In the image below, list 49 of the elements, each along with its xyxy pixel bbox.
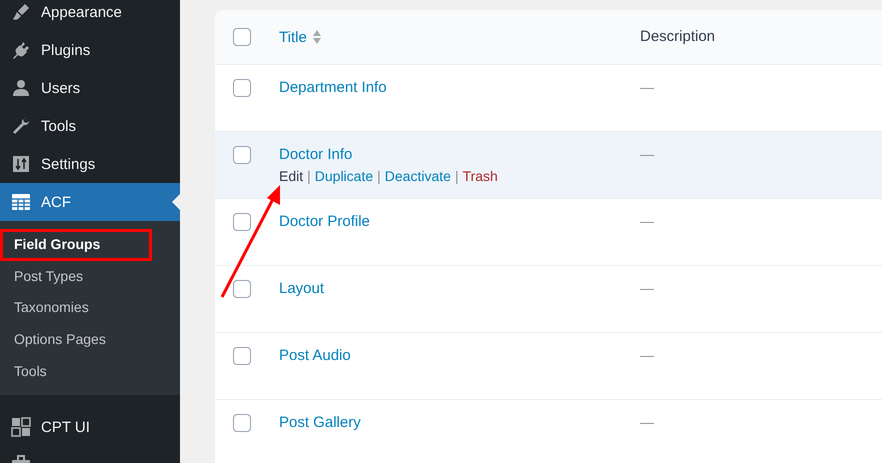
menu-item[interactable]: Tools (0, 107, 180, 145)
sliders-icon (11, 154, 31, 174)
brush-icon (11, 2, 31, 22)
row-action-link[interactable]: Edit (279, 168, 304, 184)
checkbox[interactable] (233, 146, 251, 164)
field-group-link[interactable]: Post Gallery (279, 414, 361, 431)
sort-icon[interactable] (312, 29, 322, 45)
row-action-link[interactable]: Duplicate (314, 168, 374, 184)
grid-icon (11, 417, 31, 438)
checkbox[interactable] (233, 28, 251, 46)
field-group-link[interactable]: Doctor Profile (279, 213, 370, 230)
separator: | (307, 168, 311, 184)
field-group-link[interactable]: Department Info (279, 79, 387, 96)
row-action-link[interactable]: Deactivate (384, 168, 451, 184)
submenu-item[interactable]: Taxonomies (0, 292, 180, 324)
menu-pointer-icon (172, 194, 180, 210)
menu-item[interactable]: ACF (0, 183, 180, 221)
user-icon (11, 78, 31, 98)
table-icon (11, 192, 31, 212)
separator: | (454, 168, 459, 184)
description-text: — (640, 347, 654, 363)
menu-item[interactable]: Settings (0, 145, 180, 183)
checkbox[interactable] (233, 213, 251, 231)
checkbox[interactable] (233, 347, 251, 365)
description-text: — (640, 414, 654, 430)
checkbox[interactable] (233, 79, 251, 97)
row-action-link[interactable]: Trash (462, 168, 498, 184)
column-header[interactable]: Title (279, 28, 307, 46)
checkbox[interactable] (233, 280, 251, 298)
menu-item[interactable]: Plugins (0, 31, 180, 69)
description-text: — (640, 146, 654, 162)
submenu-item[interactable]: Post Types (0, 260, 180, 292)
plug-icon (11, 40, 31, 60)
submenu-item[interactable]: Options Pages (0, 324, 180, 356)
menu-item[interactable]: Users (0, 69, 180, 107)
description-text: — (640, 280, 654, 296)
field-group-link[interactable]: Post Audio (279, 347, 351, 364)
field-group-link[interactable]: Layout (279, 280, 324, 297)
column-header: Description (640, 28, 716, 45)
separator: | (377, 168, 381, 184)
description-text: — (640, 213, 654, 229)
menu-item[interactable]: CPT UI (0, 408, 180, 446)
submenu-item[interactable]: Field Groups (0, 229, 152, 261)
field-group-link[interactable]: Doctor Info (279, 146, 352, 163)
checkbox[interactable] (233, 414, 251, 432)
menu-item[interactable]: Appearance (0, 0, 180, 31)
wrench-icon (11, 116, 31, 136)
submenu-item[interactable]: Tools (0, 356, 180, 388)
description-text: — (640, 79, 654, 95)
